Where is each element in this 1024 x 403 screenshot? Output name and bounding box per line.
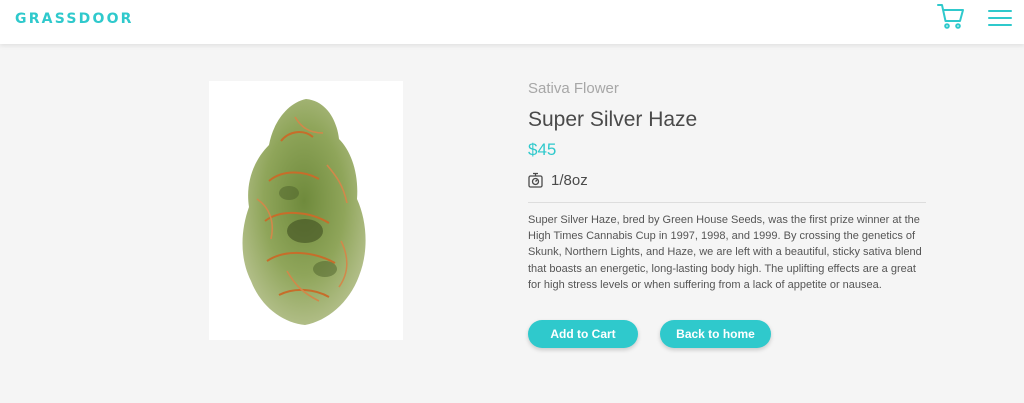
brand-logo[interactable]: GRASSDOOR bbox=[15, 11, 134, 27]
top-header: GRASSDOOR bbox=[0, 0, 1024, 44]
scale-icon bbox=[528, 172, 543, 188]
hamburger-menu-icon[interactable] bbox=[988, 8, 1012, 28]
add-to-cart-button[interactable]: Add to Cart bbox=[528, 320, 638, 348]
product-category: Sativa Flower bbox=[528, 80, 619, 97]
product-description: Super Silver Haze, bred by Green House S… bbox=[528, 214, 922, 291]
product-title: Super Silver Haze bbox=[528, 108, 698, 131]
cannabis-bud-image bbox=[242, 99, 366, 325]
product-price: $45 bbox=[528, 140, 557, 159]
shopping-cart-icon[interactable] bbox=[936, 2, 966, 30]
weight-label: 1/8oz bbox=[551, 171, 588, 189]
product-weight: 1/8oz bbox=[528, 170, 588, 190]
divider bbox=[528, 202, 926, 203]
back-to-home-button[interactable]: Back to home bbox=[660, 320, 771, 348]
product-image bbox=[209, 81, 403, 340]
